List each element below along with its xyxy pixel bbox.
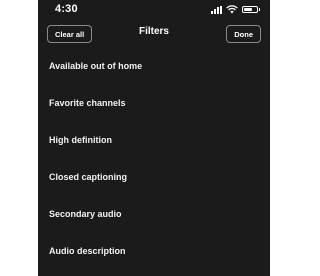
done-button[interactable]: Done — [226, 25, 261, 43]
wifi-icon — [226, 5, 238, 14]
filter-item-available-out-of-home[interactable]: Available out of home — [38, 47, 270, 84]
filter-label: Favorite channels — [49, 97, 126, 108]
filter-item-high-definition[interactable]: High definition — [38, 121, 270, 158]
filter-item-secondary-audio[interactable]: Secondary audio — [38, 195, 270, 232]
filter-label: Available out of home — [49, 60, 143, 71]
battery-icon — [242, 6, 260, 13]
filters-header: Clear all Filters Done — [38, 20, 270, 48]
phone-screen: 4:30 Clear all Filters Done Available ou… — [38, 0, 270, 276]
status-icons — [211, 5, 260, 14]
status-time: 4:30 — [55, 3, 78, 15]
battery-level-fill — [244, 8, 252, 11]
filter-item-favorite-channels[interactable]: Favorite channels — [38, 84, 270, 121]
filter-item-closed-captioning[interactable]: Closed captioning — [38, 158, 270, 195]
filter-label: Audio description — [49, 245, 126, 256]
filter-label: High definition — [49, 134, 112, 145]
filter-list: Available out of home Favorite channels … — [38, 47, 270, 269]
cellular-signal-icon — [211, 5, 222, 14]
filter-label: Closed captioning — [49, 171, 128, 182]
filter-item-audio-description[interactable]: Audio description — [38, 232, 270, 269]
filter-label: Secondary audio — [49, 208, 122, 219]
status-bar: 4:30 — [38, 0, 270, 20]
